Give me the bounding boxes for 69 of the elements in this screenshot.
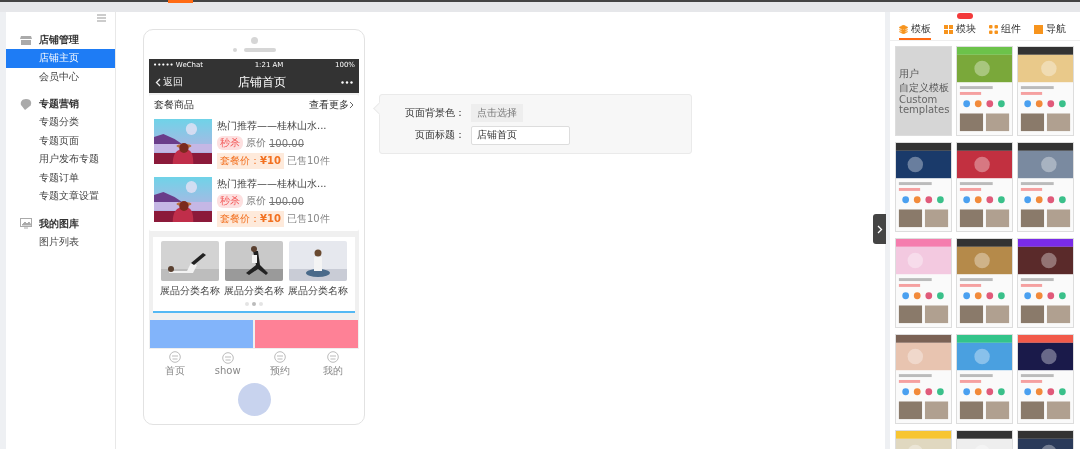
- group-title: 我的图库: [39, 216, 79, 231]
- sidebar-item[interactable]: 专题订单: [6, 168, 115, 187]
- field-label: 页面标题：: [414, 128, 465, 142]
- chevron-icon: [349, 101, 354, 109]
- library-tab[interactable]: 模块: [944, 12, 976, 40]
- more-icon[interactable]: [341, 80, 353, 84]
- chevron-icon: [876, 224, 883, 234]
- sold-count: 已售10件: [286, 154, 330, 168]
- grid-icon: [989, 24, 998, 34]
- original-label: 原价: [246, 136, 266, 150]
- active-tab-indicator: [168, 0, 193, 3]
- circle-icon: [169, 350, 182, 363]
- field-label: 页面背景色：: [404, 105, 465, 120]
- more-link[interactable]: 查看更多: [309, 98, 354, 112]
- square-icon: [1034, 24, 1043, 34]
- custom-template-card[interactable]: 用户 自定义模板 Custom templates: [895, 46, 952, 136]
- sidebar-item[interactable]: 专题文章设置: [6, 187, 115, 206]
- home-button[interactable]: [237, 383, 271, 416]
- template-subtitle: 自定义模板: [899, 80, 950, 95]
- tabbar-item[interactable]: show: [201, 349, 254, 379]
- circle-icon: [274, 350, 287, 363]
- sidebar-item[interactable]: 专题分类: [6, 113, 115, 132]
- sidebar-item[interactable]: 会员中心: [6, 67, 115, 86]
- library-tab[interactable]: 组件: [989, 12, 1021, 40]
- original-label: 原价: [246, 194, 266, 208]
- group-title: 专题营销: [39, 97, 79, 111]
- sale-tag: 秒杀: [217, 136, 243, 150]
- expand-toggle[interactable]: [873, 214, 886, 244]
- layers-icon: [899, 24, 908, 34]
- product-name: 热门推荐——桂林山水...: [217, 119, 328, 133]
- product-name: 热门推荐——桂林山水...: [217, 177, 328, 191]
- tabbar-item[interactable]: 我的: [306, 349, 359, 379]
- color-picker-button[interactable]: 点击选择: [471, 103, 523, 122]
- library-tab[interactable]: 模板: [899, 12, 931, 40]
- template-caption: Custom templates: [899, 94, 951, 116]
- original-price: 100.00: [269, 137, 304, 149]
- speaker-slot: [243, 48, 276, 52]
- template-title: 用户: [899, 66, 920, 81]
- sidebar-item[interactable]: 专题页面: [6, 131, 115, 150]
- image-icon: [20, 218, 32, 229]
- category-label: 展品分类名称: [288, 284, 348, 298]
- sensor-dot: [232, 48, 237, 52]
- section-title: 套餐商品: [154, 98, 194, 112]
- sale-tag: 秒杀: [217, 194, 243, 208]
- title-input[interactable]: 店铺首页: [471, 125, 570, 145]
- back-link[interactable]: 返回: [155, 75, 183, 89]
- pager-dot[interactable]: [252, 302, 256, 306]
- grid-icon: [944, 24, 953, 34]
- camera-dot: [250, 37, 258, 44]
- sidebar-item[interactable]: 店铺主页: [6, 49, 115, 68]
- back-icon: [155, 77, 161, 87]
- sidebar-item[interactable]: 图片列表: [6, 232, 115, 251]
- circle-icon: [221, 352, 234, 364]
- sidebar-item[interactable]: 用户发布专题: [6, 150, 115, 169]
- original-price: 100.00: [269, 195, 304, 207]
- category-label: 展品分类名称: [224, 284, 284, 298]
- tabbar-item[interactable]: 首页: [149, 349, 202, 379]
- category-label: 展品分类名称: [160, 284, 220, 298]
- group-title: 店铺管理: [39, 33, 79, 47]
- sold-count: 已售10件: [286, 212, 330, 226]
- library-tab[interactable]: 导航: [1034, 12, 1066, 40]
- tabbar-item[interactable]: 预约: [254, 349, 307, 379]
- circle-icon: [326, 350, 339, 363]
- page-title: 店铺首页: [238, 73, 286, 91]
- menu-icon[interactable]: [97, 14, 106, 22]
- deal-price: 套餐价：¥10: [217, 211, 284, 227]
- deal-price: 套餐价：¥10: [217, 153, 284, 169]
- tag-icon: [20, 98, 32, 110]
- store-icon: [20, 35, 32, 45]
